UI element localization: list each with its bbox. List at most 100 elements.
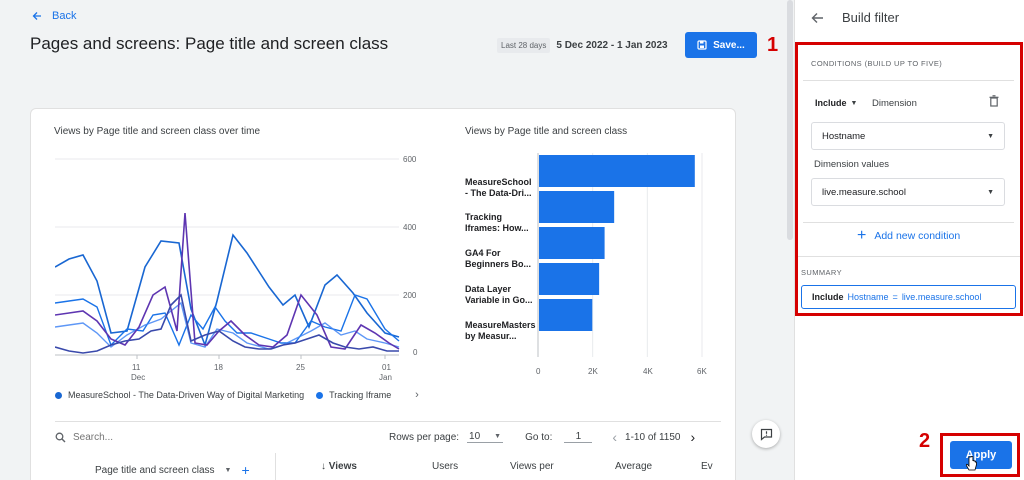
include-label: Include: [815, 98, 847, 108]
table-toolbar: Rows per page: 10 ▼ Go to: 1 ‹ 1-10 of 1…: [55, 427, 721, 447]
arrow-left-icon: [32, 12, 41, 20]
date-range-picker[interactable]: Last 28 days 5 Dec 2022 - 1 Jan 2023: [497, 38, 668, 53]
delete-icon[interactable]: [989, 95, 999, 107]
legend-dot: [316, 391, 324, 399]
legend-next-icon[interactable]: ›: [415, 389, 419, 401]
include-select[interactable]: Include ▼: [815, 98, 857, 108]
rows-per-page-value: 10: [469, 431, 481, 442]
panel-header: Build filter: [811, 10, 899, 25]
caret-down-icon: ▼: [850, 99, 858, 107]
scrollbar-thumb[interactable]: [787, 0, 793, 240]
search-icon: [55, 432, 66, 442]
x-tick-sub: Jan: [379, 373, 392, 382]
bar-chart: [537, 153, 703, 357]
summary-divider: [798, 256, 1020, 257]
plus-icon: +: [857, 227, 867, 244]
dimension-values-label: Dimension values: [814, 159, 889, 170]
line-chart-legend: MeasureSchool - The Data-Driven Way of D…: [55, 389, 419, 401]
panel-title: Build filter: [842, 10, 900, 25]
save-button[interactable]: Save...: [685, 32, 757, 58]
bar-x-tick: 0: [536, 367, 541, 376]
series-measureschool: [55, 233, 400, 348]
conditions-label: CONDITIONS (BUILD UP TO FIVE): [811, 59, 943, 68]
ev-column-header[interactable]: Ev: [701, 461, 713, 472]
bar-label: MeasureSchool - The Data-Dri...: [465, 177, 532, 198]
dimension-label: Dimension: [872, 98, 917, 109]
step-marker-1: 1: [767, 34, 779, 56]
x-tick: 01: [382, 363, 391, 372]
legend-item: Tracking Iframe: [329, 390, 392, 400]
save-icon: [697, 40, 707, 50]
y-tick: 600: [403, 155, 417, 164]
bar-chart-title: Views by Page title and screen class: [465, 126, 628, 137]
step-marker-2: 2: [919, 430, 931, 452]
prev-page-icon[interactable]: ‹: [612, 429, 617, 445]
add-condition-label: Add new condition: [874, 230, 961, 242]
bar[interactable]: [539, 191, 615, 223]
dimension-column-label: Page title and screen class: [95, 464, 215, 476]
x-tick: 18: [214, 363, 223, 372]
bar-x-tick: 4K: [643, 367, 653, 376]
report-main: Back Pages and screens: Page title and s…: [0, 0, 786, 480]
goto-label: Go to:: [525, 431, 553, 443]
dimension-select[interactable]: Hostname ▼: [811, 122, 1005, 150]
back-link[interactable]: Back: [32, 10, 76, 22]
bar-label: MeasureMasters by Measur...: [465, 320, 536, 341]
dimension-select-value: Hostname: [822, 130, 866, 142]
y-tick: 0: [413, 348, 418, 357]
line-chart-title: Views by Page title and screen class ove…: [54, 126, 261, 137]
caret-down-icon: ▼: [494, 433, 502, 440]
bar-x-tick: 6K: [697, 367, 707, 376]
bar-label: Tracking Iframes: How...: [465, 212, 529, 233]
series-datalayer: [55, 212, 400, 350]
feedback-button[interactable]: [752, 420, 780, 448]
goto-input[interactable]: 1: [564, 431, 593, 443]
bar[interactable]: [539, 227, 605, 259]
pagination-text: 1-10 of 1150: [625, 431, 681, 443]
views-column-header[interactable]: ↓ Views: [321, 461, 357, 472]
x-tick: 25: [296, 363, 305, 372]
add-condition-divider: [803, 222, 1014, 223]
arrow-left-icon[interactable]: [811, 12, 824, 24]
add-dimension-icon[interactable]: +: [241, 462, 249, 478]
save-label: Save...: [713, 39, 745, 51]
average-column-header[interactable]: Average: [615, 461, 652, 472]
add-condition-button[interactable]: + Add new condition: [857, 227, 961, 244]
x-tick: 11: [132, 363, 141, 372]
rows-per-page-label: Rows per page:: [389, 431, 460, 443]
caret-down-icon: ▼: [224, 466, 232, 474]
apply-button[interactable]: Apply: [950, 441, 1012, 469]
build-filter-panel: Build filter CONDITIONS (BUILD UP TO FIV…: [794, 0, 1024, 480]
legend-dot: [55, 391, 62, 399]
y-tick: 400: [403, 223, 417, 232]
table-search-input[interactable]: [73, 431, 253, 443]
bar-x-tick: 2K: [588, 367, 598, 376]
cursor-icon: [966, 456, 977, 471]
feedback-icon: [760, 428, 772, 441]
sort-arrow-icon: ↓: [321, 461, 326, 472]
table-top-divider: [55, 421, 721, 422]
summary-hostname: Hostname: [847, 292, 889, 302]
users-column-header[interactable]: Users: [432, 461, 458, 472]
dimension-value-select[interactable]: live.measure.school ▼: [811, 178, 1005, 206]
bar[interactable]: [539, 299, 593, 331]
caret-down-icon: ▼: [987, 132, 994, 140]
views-per-column-header[interactable]: Views per: [510, 461, 554, 472]
bar-label: GA4 For Beginners Bo...: [465, 248, 532, 269]
y-tick: 200: [403, 291, 417, 300]
dimension-column-header[interactable]: Page title and screen class ▼ +: [95, 462, 250, 478]
dimension-value-select-value: live.measure.school: [822, 186, 906, 198]
main-scrollbar[interactable]: [786, 0, 794, 480]
report-card: Views by Page title and screen class ove…: [30, 108, 736, 480]
bar[interactable]: [539, 263, 600, 295]
rows-per-page-select[interactable]: 10 ▼: [467, 431, 504, 443]
page-title: Pages and screens: Page title and screen…: [30, 34, 389, 53]
summary-include: Include: [812, 292, 844, 302]
series-ga4: [55, 301, 400, 350]
bar[interactable]: [539, 155, 695, 187]
views-column-label: Views: [328, 461, 357, 472]
line-chart: [55, 158, 400, 359]
next-page-icon[interactable]: ›: [690, 429, 695, 445]
date-range-text: 5 Dec 2022 - 1 Jan 2023: [556, 40, 668, 51]
summary-value: live.measure.school: [901, 292, 982, 302]
